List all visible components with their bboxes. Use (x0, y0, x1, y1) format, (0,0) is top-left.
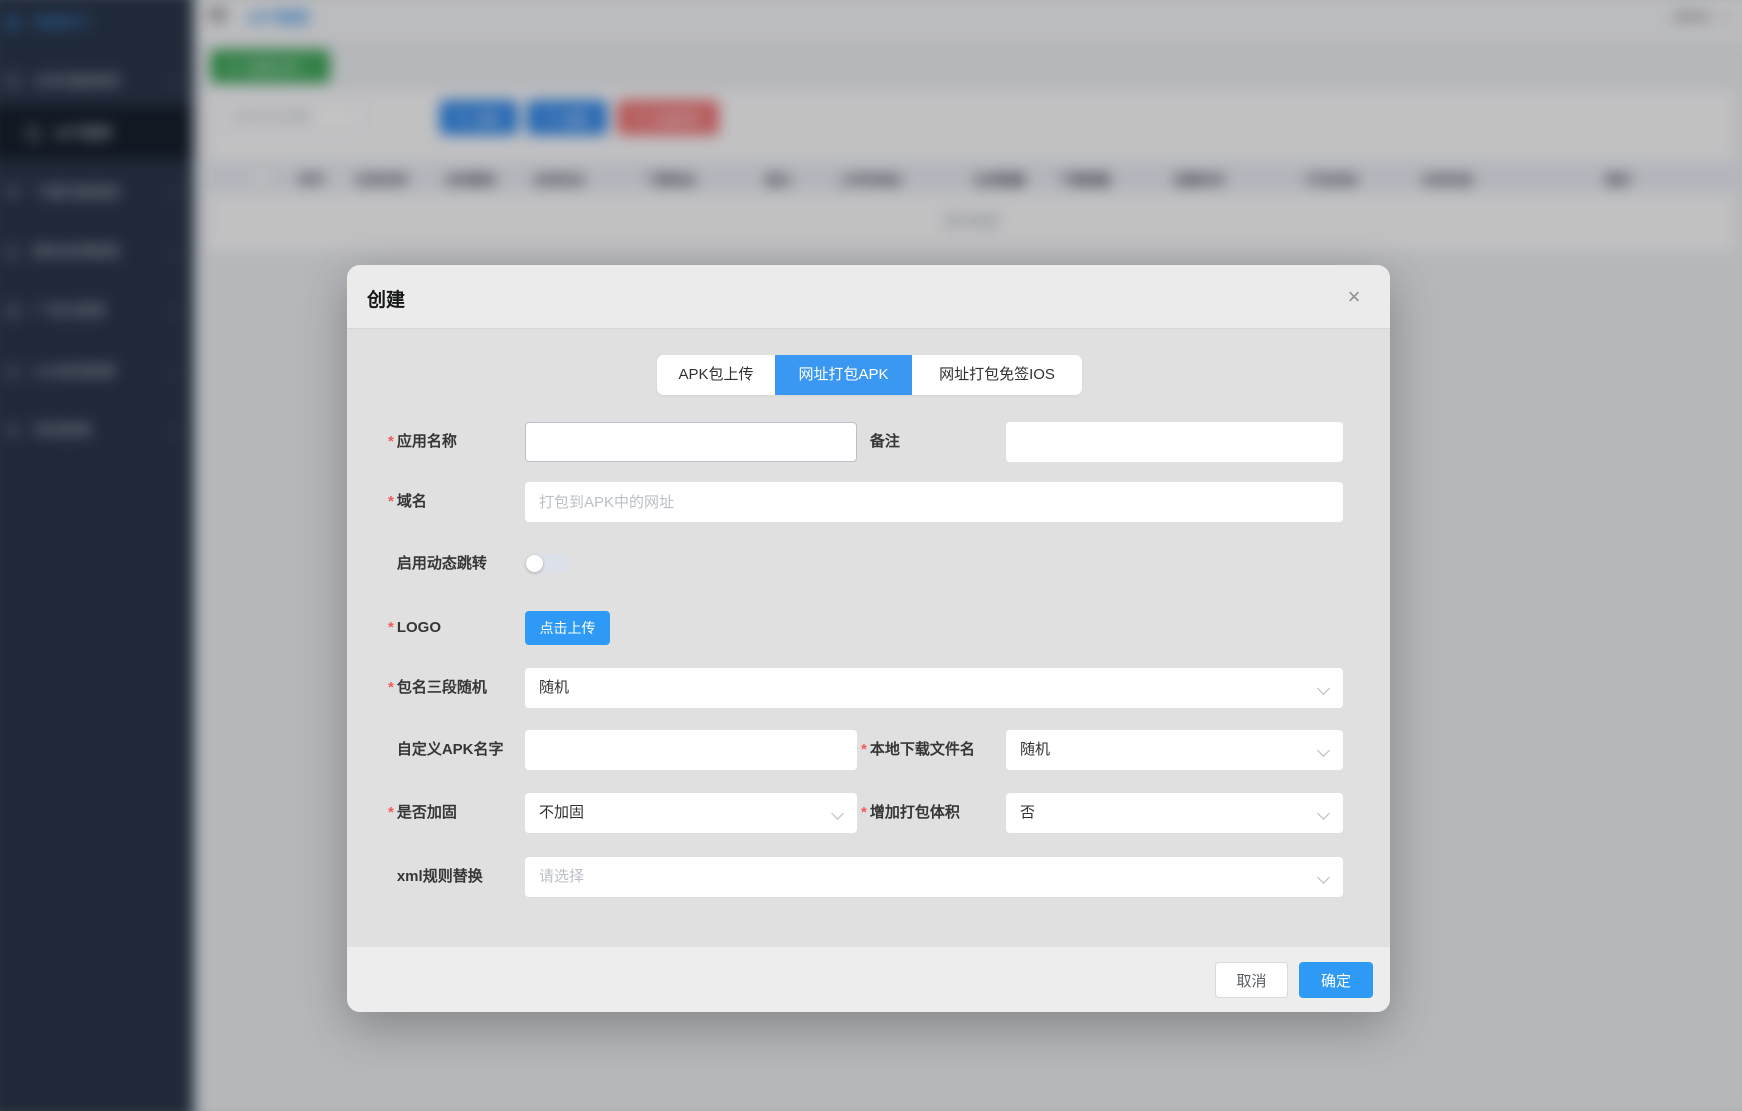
chevron-down-icon (1317, 871, 1330, 884)
field-label: *自定义APK名字 (396, 741, 504, 758)
select-value: 否 (1020, 804, 1036, 821)
package-name-random-select[interactable]: 随机 (525, 668, 1343, 708)
local-file-name-select[interactable]: 随机 (1006, 730, 1343, 770)
form-row: *xml规则替换 请选择 (347, 857, 1390, 897)
field-label: * 是否加固 (388, 804, 457, 821)
field-label: * 增加打包体积 (861, 804, 960, 821)
increase-size-select[interactable]: 否 (1006, 793, 1343, 833)
domain-field (525, 482, 1343, 522)
field-label: *xml规则替换 (396, 868, 483, 885)
cancel-button[interactable]: 取消 (1215, 962, 1288, 998)
tab-group: APK包上传 网址打包APK 网址打包免签IOS (657, 355, 1082, 395)
form-row: *自定义APK名字 *本地下载文件名 随机 (347, 730, 1390, 770)
field-label: *备注 (869, 433, 900, 450)
remark-field (1006, 422, 1343, 462)
chevron-down-icon (1317, 807, 1330, 820)
reinforce-select[interactable]: 不加固 (525, 793, 857, 833)
chevron-down-icon (831, 807, 844, 820)
select-value: 随机 (1020, 741, 1051, 758)
app-name-field (525, 422, 857, 462)
confirm-button[interactable]: 确定 (1299, 962, 1373, 998)
close-icon[interactable]: × (1340, 283, 1368, 311)
custom-apk-name-input[interactable] (525, 730, 857, 770)
form-row: *启用动态跳转 (347, 544, 1390, 584)
xml-rule-select[interactable]: 请选择 (525, 857, 1343, 897)
select-value: 随机 (539, 679, 570, 696)
form-row: * 域名 (347, 482, 1390, 522)
chevron-down-icon (1317, 744, 1330, 757)
select-placeholder: 请选择 (539, 868, 585, 885)
form-row: *应用名称 *备注 (347, 422, 1390, 462)
tab-url-pack-ios[interactable]: 网址打包免签IOS (912, 355, 1082, 395)
chevron-down-icon (1317, 682, 1330, 695)
field-label: * 包名三段随机 (388, 679, 487, 696)
logo-upload-button[interactable]: 点击上传 (525, 611, 610, 645)
custom-apk-name-field (525, 730, 857, 770)
field-label: * 本地下载文件名 (861, 741, 975, 758)
dialog-header: 创建 × (347, 265, 1390, 329)
form-row: * LOGO 点击上传 (347, 608, 1390, 648)
field-label: *启用动态跳转 (396, 555, 487, 572)
create-dialog: 创建 × APK包上传 网址打包APK 网址打包免签IOS *应用名称 *备注 (347, 265, 1390, 1012)
dynamic-redirect-toggle[interactable] (525, 554, 570, 573)
field-label: * LOGO (388, 619, 442, 636)
tab-apk-upload[interactable]: APK包上传 (657, 355, 775, 395)
form-row: * 包名三段随机 随机 (347, 668, 1390, 708)
domain-input[interactable] (525, 482, 1343, 522)
tab-url-pack-apk[interactable]: 网址打包APK (775, 355, 912, 395)
dialog-footer: 取消 确定 (347, 947, 1390, 1012)
dialog-body: APK包上传 网址打包APK 网址打包免签IOS *应用名称 *备注 *域名 (347, 329, 1390, 947)
form-row: * 是否加固 不加固 * 增加打包体积 否 (347, 793, 1390, 833)
toggle-knob (526, 555, 543, 572)
dialog-title: 创建 (367, 290, 406, 311)
app-name-input[interactable] (526, 423, 856, 461)
remark-input[interactable] (1006, 422, 1343, 462)
app-screen: 数据统计 业务线路管理 APP管理 下载页面管理 静态资源管理 广告位管理 IO… (0, 0, 1742, 1111)
select-value: 不加固 (539, 804, 585, 821)
field-label: * 应用名称 (388, 433, 457, 450)
field-label: * 域名 (388, 493, 427, 510)
